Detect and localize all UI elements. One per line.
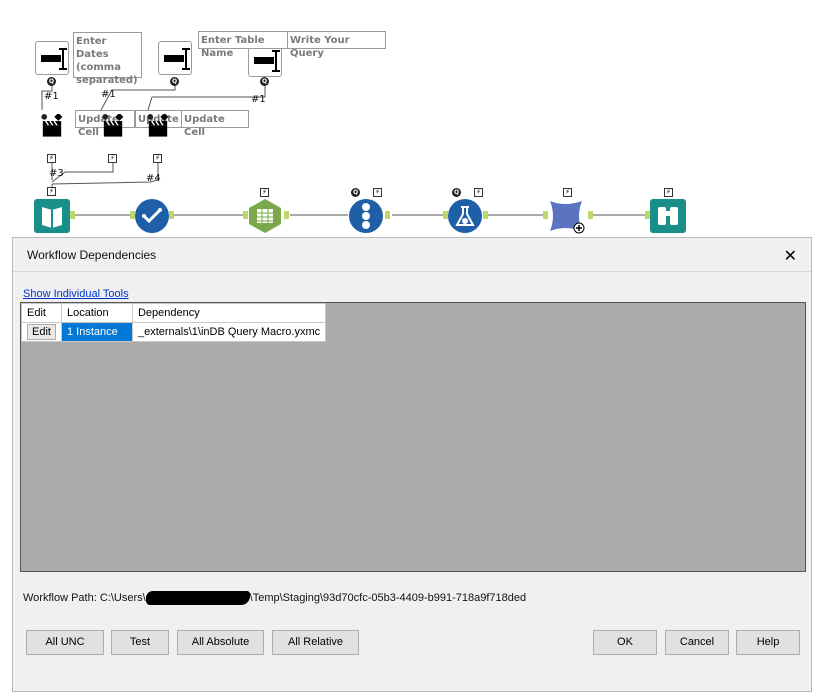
edit-cell: Edit: [21, 322, 62, 342]
browse-tool-icon[interactable]: [650, 199, 686, 233]
column-header-dependency[interactable]: Dependency: [131, 303, 327, 323]
workflow-path: Workflow Path: C:\Users\ \Temp\Staging\93…: [23, 591, 526, 605]
dependencies-grid[interactable]: Edit Location Dependency Edit 1 Instance…: [20, 302, 806, 572]
text-box-tool-dates[interactable]: [35, 41, 69, 75]
all-absolute-button[interactable]: All Absolute: [177, 630, 264, 655]
help-button[interactable]: Help: [736, 630, 800, 655]
column-header-edit: Edit: [21, 303, 62, 323]
output-anchor[interactable]: [169, 211, 174, 219]
action-tool-icon[interactable]: [143, 114, 173, 138]
ok-button[interactable]: OK: [593, 630, 657, 655]
output-anchor[interactable]: [284, 211, 289, 219]
note-enter-table-name[interactable]: Enter Table Name: [198, 31, 288, 59]
question-anchor-icon[interactable]: Q: [452, 188, 461, 197]
workflow-path-suffix: \Temp\Staging\93d70cfc-05b3-4409-b991-71…: [249, 591, 527, 604]
lightning-anchor-icon[interactable]: ⚡: [474, 188, 483, 197]
table-header-row: Edit Location Dependency: [21, 303, 327, 323]
connection-label: #3: [49, 168, 64, 179]
lightning-anchor-icon[interactable]: ⚡: [664, 188, 673, 197]
output-anchor[interactable]: [70, 211, 75, 219]
sample-tool-icon[interactable]: [349, 199, 383, 233]
question-anchor-icon[interactable]: Q: [47, 77, 56, 86]
action-tool-icon[interactable]: [37, 114, 67, 138]
dialog-title: Workflow Dependencies: [27, 248, 157, 262]
cancel-button[interactable]: Cancel: [665, 630, 729, 655]
output-anchor[interactable]: [588, 211, 593, 219]
dependencies-table: Edit Location Dependency Edit 1 Instance…: [21, 303, 327, 342]
edit-button[interactable]: Edit: [27, 324, 56, 340]
test-tool-icon[interactable]: [448, 199, 482, 233]
test-button[interactable]: Test: [111, 630, 169, 655]
connection-label: #1: [101, 89, 116, 100]
connection-label: #4: [146, 173, 161, 184]
text-box-tool-table[interactable]: [158, 41, 192, 75]
output-anchor[interactable]: [385, 211, 390, 219]
connection-label: #1: [44, 91, 59, 102]
close-icon[interactable]: ✕: [784, 246, 797, 265]
show-individual-tools-link[interactable]: Show Individual Tools: [23, 288, 129, 300]
note-write-query[interactable]: Write Your Query: [287, 31, 386, 59]
all-unc-button[interactable]: All UNC: [26, 630, 104, 655]
note-update-cell[interactable]: Update Cell: [181, 110, 249, 138]
lightning-anchor-icon[interactable]: ⚡: [563, 188, 572, 197]
output-anchor[interactable]: [483, 211, 488, 219]
lightning-anchor-icon[interactable]: ⚡: [108, 154, 117, 163]
workflow-path-prefix: Workflow Path: C:\Users\: [23, 591, 146, 604]
connection-label: #1: [251, 94, 266, 105]
dialog-header: Workflow Dependencies ✕: [13, 238, 811, 272]
action-tool-icon[interactable]: [98, 114, 128, 138]
workflow-dependencies-dialog: Workflow Dependencies ✕ Show Individual …: [12, 237, 812, 692]
input-data-tool-icon[interactable]: [34, 199, 70, 233]
macro-tool-icon[interactable]: [548, 199, 588, 235]
note-enter-dates[interactable]: Enter Dates (comma separated): [73, 32, 142, 86]
column-header-location[interactable]: Location: [60, 303, 133, 323]
select-tool-icon[interactable]: [135, 199, 169, 233]
redaction-mark: [145, 591, 250, 605]
lightning-anchor-icon[interactable]: ⚡: [260, 188, 269, 197]
question-anchor-icon[interactable]: Q: [260, 77, 269, 86]
lightning-anchor-icon[interactable]: ⚡: [373, 188, 382, 197]
location-cell[interactable]: 1 Instance: [60, 322, 133, 342]
table-row[interactable]: Edit 1 Instance _externals\1\inDB Query …: [21, 322, 327, 342]
lightning-anchor-icon[interactable]: ⚡: [47, 187, 56, 196]
lightning-anchor-icon[interactable]: ⚡: [47, 154, 56, 163]
lightning-anchor-icon[interactable]: ⚡: [153, 154, 162, 163]
formula-tool-icon[interactable]: [248, 199, 282, 233]
dependency-cell[interactable]: _externals\1\inDB Query Macro.yxmc: [131, 322, 327, 342]
question-anchor-icon[interactable]: Q: [351, 188, 360, 197]
question-anchor-icon[interactable]: Q: [170, 77, 179, 86]
all-relative-button[interactable]: All Relative: [272, 630, 359, 655]
